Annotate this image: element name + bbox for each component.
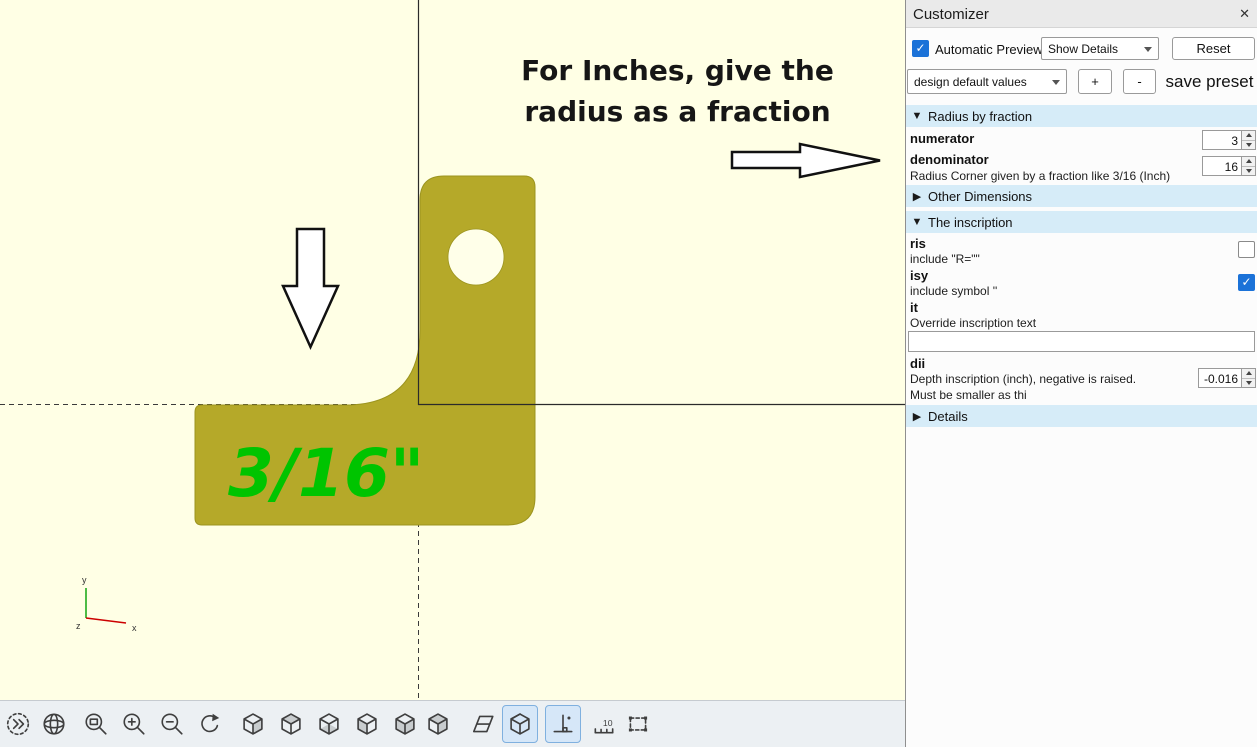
denominator-description: Radius Corner given by a fraction like 3… <box>910 169 1200 183</box>
numerator-label: numerator <box>910 131 974 146</box>
automatic-preview-checkbox[interactable]: ✓ <box>912 40 929 57</box>
axis-label-z: z <box>76 621 81 631</box>
isy-checkbox[interactable]: ✓ <box>1238 274 1255 291</box>
section-other-dimensions[interactable]: ▶ Other Dimensions <box>906 185 1257 207</box>
perspective-icon[interactable] <box>465 705 501 743</box>
section-other-dimensions-title: Other Dimensions <box>928 189 1032 204</box>
right-arrow <box>732 144 880 177</box>
customizer-titlebar: Customizer ✕ <box>906 0 1257 28</box>
ris-label: ris <box>910 236 926 251</box>
isy-description: include symbol '' <box>910 284 997 298</box>
toolbar-overflow-icon[interactable] <box>0 705 36 743</box>
axis-label-x: x <box>132 623 137 633</box>
zoom-out-icon[interactable] <box>154 705 190 743</box>
view-top-icon[interactable] <box>273 705 309 743</box>
annotation-line-1: For Inches, give the <box>505 50 850 91</box>
customizer-panel: Customizer ✕ ✓ Automatic Preview Show De… <box>905 0 1257 747</box>
zoom-window-icon[interactable] <box>78 705 114 743</box>
add-preset-label: + <box>1091 74 1099 89</box>
reset-button[interactable]: Reset <box>1172 37 1255 60</box>
it-description: Override inscription text <box>910 316 1036 330</box>
annotation-text: For Inches, give the radius as a fractio… <box>505 50 850 132</box>
view-bottom-icon[interactable] <box>311 705 347 743</box>
numerator-spinbox[interactable]: 3 <box>1202 130 1256 150</box>
automatic-preview-label: Automatic Preview <box>935 42 1043 57</box>
down-arrow <box>283 229 338 347</box>
spin-up-icon[interactable] <box>1242 369 1255 379</box>
sphere-icon[interactable] <box>36 705 72 743</box>
section-radius-by-fraction[interactable]: ▼ Radius by fraction <box>906 105 1257 127</box>
remove-preset-label: - <box>1137 74 1141 89</box>
ris-checkbox[interactable] <box>1238 241 1255 258</box>
details-dropdown[interactable]: Show Details <box>1041 37 1159 60</box>
x-axis-arrow <box>86 618 126 623</box>
dii-value: -0.016 <box>1199 369 1241 387</box>
remove-preset-button[interactable]: - <box>1123 69 1156 94</box>
ris-description: include "R="" <box>910 252 980 266</box>
save-preset-label: save preset <box>1166 72 1254 92</box>
numerator-value: 3 <box>1203 131 1241 149</box>
reset-rotation-icon[interactable] <box>192 705 228 743</box>
isy-label: isy <box>910 268 928 283</box>
view-toolbar: 10 <box>0 700 905 747</box>
view-left-icon[interactable] <box>349 705 385 743</box>
spin-down-icon[interactable] <box>1242 141 1255 150</box>
annotation-line-2: radius as a fraction <box>505 91 850 132</box>
triangle-right-icon: ▶ <box>906 190 928 203</box>
add-preset-button[interactable]: + <box>1078 69 1112 94</box>
details-dropdown-value: Show Details <box>1048 42 1118 56</box>
dii-description: Depth inscription (inch), negative is ra… <box>910 372 1195 386</box>
axis-label-y: y <box>82 575 87 585</box>
openscad-window: 3/16" For Inches, give the radius as a f… <box>0 0 1257 747</box>
zoom-in-icon[interactable] <box>116 705 152 743</box>
model-hole <box>448 229 504 285</box>
override-inscription-input[interactable] <box>908 331 1255 352</box>
it-label: it <box>910 300 918 315</box>
triangle-right-icon: ▶ <box>906 410 928 423</box>
show-axes-icon[interactable] <box>545 705 581 743</box>
customizer-title: Customizer <box>913 6 989 23</box>
view-right-icon[interactable] <box>235 705 271 743</box>
origin-axis-indicator: y x z <box>50 570 160 645</box>
preset-dropdown-value: design default values <box>914 75 1027 89</box>
dii-note: Must be smaller as thi <box>910 388 1027 402</box>
dii-spinbox[interactable]: -0.016 <box>1198 368 1256 388</box>
spin-down-icon[interactable] <box>1242 167 1255 176</box>
denominator-label: denominator <box>910 152 989 167</box>
spin-up-icon[interactable] <box>1242 131 1255 141</box>
denominator-value: 16 <box>1203 157 1241 175</box>
chevron-down-icon <box>1144 47 1152 52</box>
model-inscription-text: 3/16" <box>228 435 424 512</box>
spin-up-icon[interactable] <box>1242 157 1255 167</box>
view-all-icon[interactable] <box>620 705 656 743</box>
section-radius-title: Radius by fraction <box>928 109 1032 124</box>
save-preset-button[interactable]: save preset <box>1162 68 1257 95</box>
view-front-icon[interactable] <box>387 705 423 743</box>
dii-spin-buttons[interactable] <box>1241 369 1255 387</box>
dii-label: dii <box>910 356 925 371</box>
orthographic-icon[interactable] <box>502 705 538 743</box>
show-scale-markers-icon[interactable]: 10 <box>586 705 622 743</box>
view-back-icon[interactable] <box>420 705 456 743</box>
numerator-spin-buttons[interactable] <box>1241 131 1255 149</box>
triangle-down-icon: ▼ <box>906 216 928 228</box>
3d-viewport[interactable]: 3/16" For Inches, give the radius as a f… <box>0 0 905 700</box>
triangle-down-icon: ▼ <box>906 110 928 122</box>
section-details-title: Details <box>928 409 968 424</box>
check-icon: ✓ <box>1241 275 1251 289</box>
preset-dropdown[interactable]: design default values <box>907 69 1067 94</box>
denominator-spin-buttons[interactable] <box>1241 157 1255 175</box>
spin-down-icon[interactable] <box>1242 379 1255 388</box>
chevron-down-icon <box>1052 80 1060 85</box>
reset-button-label: Reset <box>1197 41 1231 56</box>
section-the-inscription[interactable]: ▼ The inscription <box>906 211 1257 233</box>
section-details[interactable]: ▶ Details <box>906 405 1257 427</box>
close-icon[interactable]: ✕ <box>1239 6 1250 22</box>
check-icon: ✓ <box>915 41 925 55</box>
scale-marker-label: 10 <box>603 718 613 728</box>
denominator-spinbox[interactable]: 16 <box>1202 156 1256 176</box>
section-inscription-title: The inscription <box>928 215 1013 230</box>
